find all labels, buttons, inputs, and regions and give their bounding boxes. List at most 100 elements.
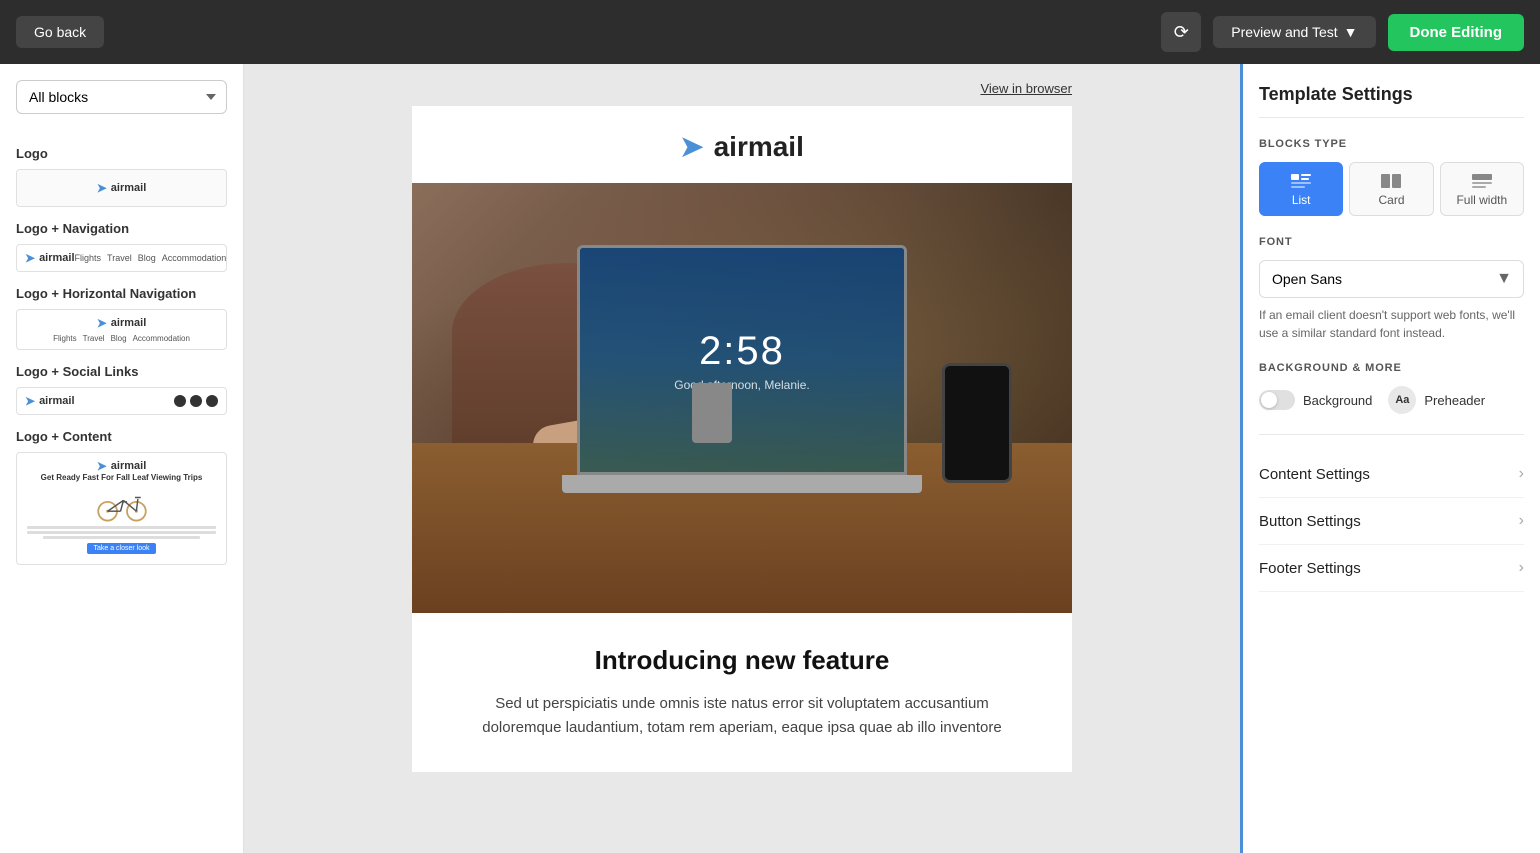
cup-shape <box>692 383 732 443</box>
social-arrow-icon: ➤ <box>25 394 35 408</box>
horiz-nav-blog: Blog <box>111 334 127 343</box>
block-type-card-label: Card <box>1378 193 1404 207</box>
topbar-right: ⟳ Preview and Test ▼ Done Editing <box>1161 12 1524 52</box>
main-area: All blocks Header Content Footer Logo ➤ … <box>0 64 1540 853</box>
phone-shape <box>942 363 1012 483</box>
lc-text-line-3 <box>43 536 200 539</box>
logo-nav-arrow-icon: ➤ <box>25 251 35 265</box>
airmail-arrow-icon: ➤ <box>97 181 107 195</box>
background-section: BACKGROUND & MORE Background Aa Preheade… <box>1259 362 1524 414</box>
block-filter-select[interactable]: All blocks Header Content Footer <box>16 80 227 114</box>
nav-link-blog: Blog <box>138 253 156 263</box>
airmail-logo-tiny: ➤ airmail <box>97 181 147 195</box>
preview-test-button[interactable]: Preview and Test ▼ <box>1213 16 1375 48</box>
nav-link-travel: Travel <box>107 253 132 263</box>
email-logo: ➤ airmail <box>412 130 1072 163</box>
background-toggle-group: Background <box>1259 390 1372 410</box>
facebook-icon <box>174 395 186 407</box>
footer-settings-row[interactable]: Footer Settings › <box>1259 545 1524 592</box>
email-heading: Introducing new feature <box>472 645 1012 676</box>
font-select[interactable]: Open Sans Arial Georgia Helvetica <box>1259 260 1524 298</box>
go-back-button[interactable]: Go back <box>16 16 104 48</box>
phone-screen <box>945 366 1009 480</box>
blocks-type-label: BLOCKS TYPE <box>1259 138 1524 150</box>
logo-nav-text: airmail <box>39 252 74 264</box>
lc-button: Take a closer look <box>87 543 155 554</box>
horiz-nav-arrow-icon: ➤ <box>97 316 107 330</box>
airmail-logo-text: airmail <box>111 182 146 194</box>
logo-social-preview: ➤ airmail <box>17 388 226 414</box>
email-header: ➤ airmail <box>412 106 1072 183</box>
lc-arrow-icon: ➤ <box>97 459 107 473</box>
horiz-nav-flights: Flights <box>53 334 77 343</box>
sidebar-section-logo-social-label: Logo + Social Links <box>16 364 227 379</box>
background-row: Background Aa Preheader <box>1259 386 1524 414</box>
preheader-label: Preheader <box>1424 393 1485 408</box>
lc-text-line-1 <box>27 526 216 529</box>
logo-preview-inner: ➤ airmail <box>17 170 226 206</box>
block-type-card-button[interactable]: Card <box>1349 162 1433 216</box>
email-canvas: View in browser ➤ airmail <box>244 64 1240 853</box>
horiz-nav-text: airmail <box>111 317 146 329</box>
email-logo-text: airmail <box>714 131 804 163</box>
laptop-screen: 2:58 Good afternoon, Melanie. <box>577 245 907 475</box>
social-icons-group <box>174 395 218 407</box>
blocks-type-row: List Card F <box>1259 162 1524 216</box>
list-icon <box>1291 173 1311 189</box>
sidebar-section-logo-label: Logo <box>16 146 227 161</box>
social-logo-text: airmail <box>39 395 74 407</box>
topbar: Go back ⟳ Preview and Test ▼ Done Editin… <box>0 0 1540 64</box>
preheader-option[interactable]: Aa Preheader <box>1388 386 1485 414</box>
aa-badge: Aa <box>1388 386 1416 414</box>
sidebar-section-logo-nav-label: Logo + Navigation <box>16 221 227 236</box>
nav-link-accom: Accommodation <box>162 253 227 263</box>
view-in-browser-link[interactable]: View in browser <box>980 81 1072 96</box>
history-button[interactable]: ⟳ <box>1161 12 1201 52</box>
footer-settings-label: Footer Settings <box>1259 560 1361 577</box>
lc-title: Get Ready Fast For Fall Leaf Viewing Tri… <box>23 473 220 482</box>
block-type-fullwidth-button[interactable]: Full width <box>1440 162 1524 216</box>
block-type-list-button[interactable]: List <box>1259 162 1343 216</box>
horiz-nav-accom: Accommodation <box>133 334 190 343</box>
twitter-icon <box>190 395 202 407</box>
font-note: If an email client doesn't support web f… <box>1259 306 1524 342</box>
toggle-knob <box>1261 392 1277 408</box>
chevron-down-icon: ▼ <box>1344 24 1358 40</box>
laptop-base <box>562 475 922 493</box>
nav-link-flights: Flights <box>75 253 102 263</box>
card-icon <box>1381 173 1401 189</box>
sidebar-block-logo-social[interactable]: ➤ airmail <box>16 387 227 415</box>
topbar-left: Go back <box>16 16 104 48</box>
left-sidebar: All blocks Header Content Footer Logo ➤ … <box>0 64 244 853</box>
font-select-wrapper: Open Sans Arial Georgia Helvetica ▼ <box>1259 260 1524 298</box>
button-settings-row[interactable]: Button Settings › <box>1259 498 1524 545</box>
bike-icon <box>92 486 152 522</box>
email-hero-image: 2:58 Good afternoon, Melanie. <box>412 183 1072 613</box>
sidebar-section-logo-content-label: Logo + Content <box>16 429 227 444</box>
sidebar-block-logo-nav[interactable]: ➤ airmail Flights Travel Blog Accommodat… <box>16 244 227 272</box>
instagram-icon <box>206 395 218 407</box>
fullwidth-icon <box>1472 173 1492 189</box>
settings-section: Content Settings › Button Settings › Foo… <box>1259 434 1524 592</box>
footer-settings-arrow-icon: › <box>1519 559 1524 577</box>
logo-content-preview: ➤ airmail Get Ready Fast For Fall Leaf V… <box>17 453 226 564</box>
lc-logo-text: airmail <box>111 460 146 472</box>
right-panel: Template Settings BLOCKS TYPE List <box>1240 64 1540 853</box>
lc-logo: ➤ airmail <box>23 459 220 473</box>
email-logo-arrow-icon: ➤ <box>680 130 703 163</box>
content-settings-row[interactable]: Content Settings › <box>1259 451 1524 498</box>
horiz-nav-links: Flights Travel Blog Accommodation <box>23 334 220 343</box>
done-editing-button[interactable]: Done Editing <box>1388 14 1525 51</box>
logo-nav-preview: ➤ airmail Flights Travel Blog Accommodat… <box>17 245 226 271</box>
email-container: ➤ airmail 2:58 Good afterno <box>412 106 1072 772</box>
block-type-fullwidth-label: Full width <box>1456 193 1507 207</box>
logo-nav-logo: ➤ airmail <box>25 251 75 265</box>
horiz-nav-travel: Travel <box>83 334 105 343</box>
sidebar-block-logo-content[interactable]: ➤ airmail Get Ready Fast For Fall Leaf V… <box>16 452 227 565</box>
preview-label: Preview and Test <box>1231 24 1337 40</box>
panel-title: Template Settings <box>1259 84 1524 118</box>
sidebar-block-logo-horiz-nav[interactable]: ➤ airmail Flights Travel Blog Accommodat… <box>16 309 227 350</box>
background-toggle[interactable] <box>1259 390 1295 410</box>
sidebar-block-logo[interactable]: ➤ airmail <box>16 169 227 207</box>
background-label: Background <box>1303 393 1372 408</box>
